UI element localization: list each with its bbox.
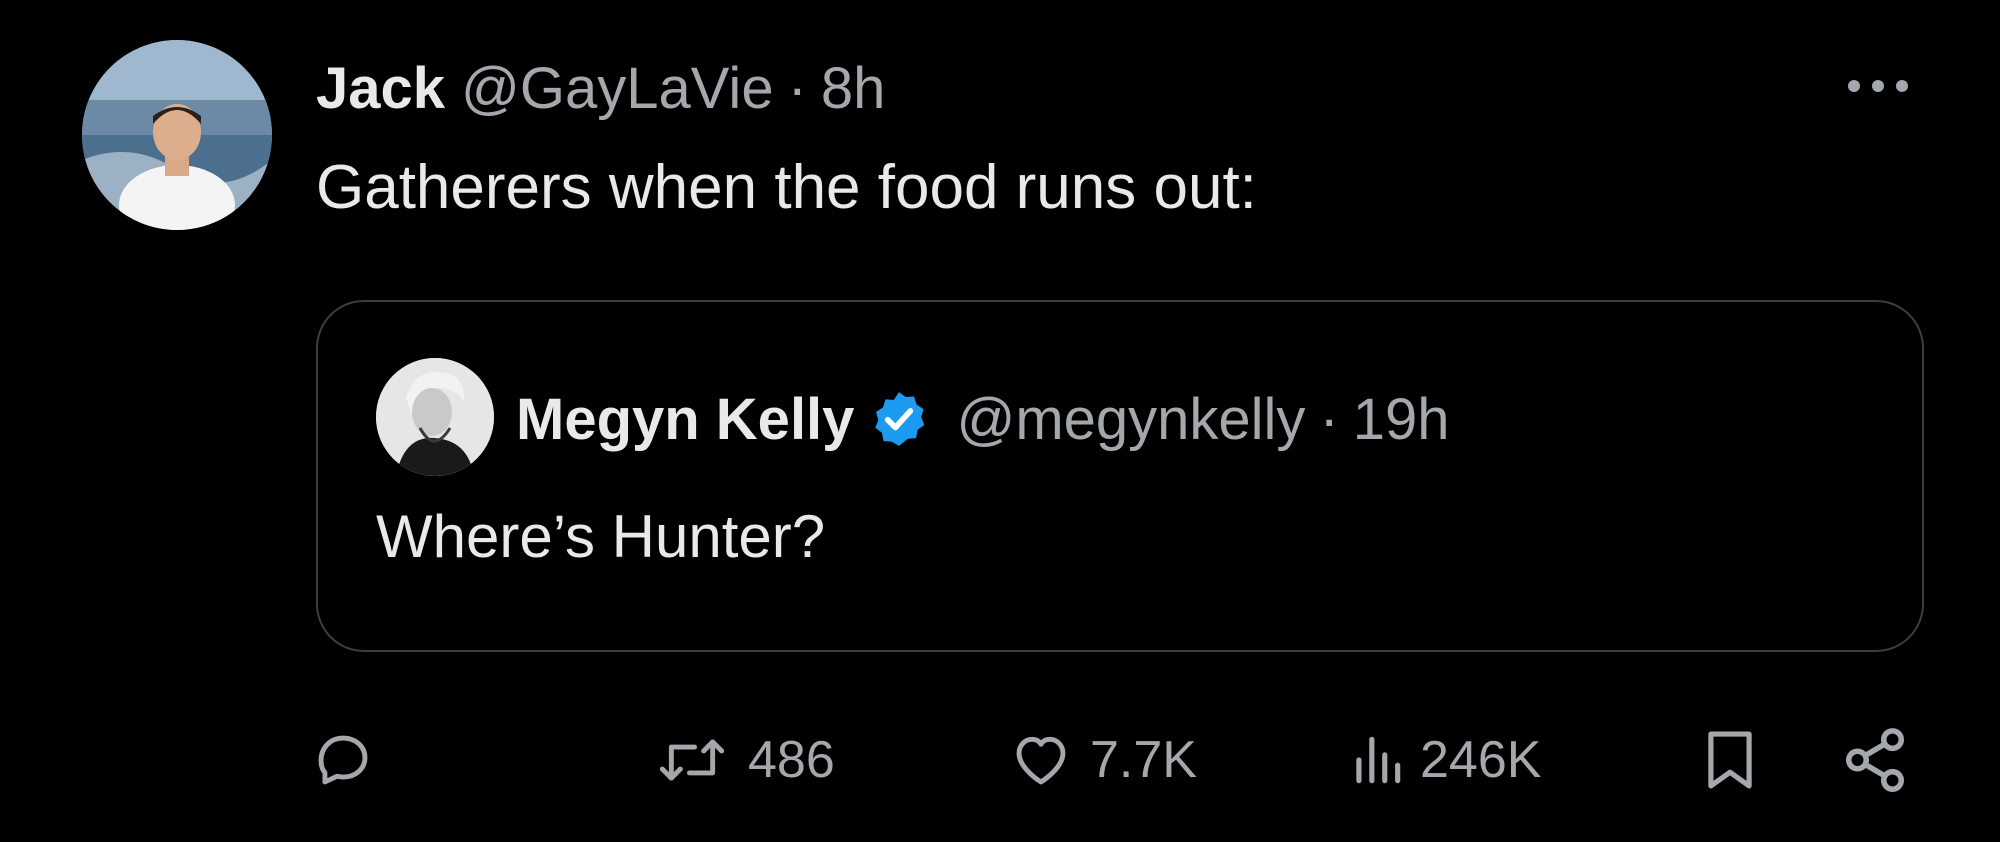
reply-icon bbox=[318, 735, 368, 785]
author-name[interactable]: Jack bbox=[316, 55, 445, 122]
quoted-header-separator: · bbox=[1319, 386, 1339, 452]
like-button[interactable]: 7.7K bbox=[1008, 720, 1197, 800]
reply-button[interactable] bbox=[312, 720, 390, 800]
verified-badge-icon bbox=[875, 392, 925, 446]
quoted-author-avatar[interactable] bbox=[376, 358, 494, 476]
quoted-author-name[interactable]: Megyn Kelly bbox=[516, 386, 854, 453]
more-options-button[interactable] bbox=[1842, 66, 1914, 106]
quoted-tweet-card[interactable]: Megyn Kelly @megynkelly · 19h Where’s Hu… bbox=[316, 300, 1924, 652]
more-horizontal-icon-dot bbox=[1872, 80, 1884, 92]
retweet-button[interactable]: 486 bbox=[652, 720, 835, 800]
tweet-actions-bar: 486 7.7K 246K bbox=[0, 700, 2000, 820]
retweet-count: 486 bbox=[748, 731, 835, 789]
tweet-timestamp[interactable]: 8h bbox=[821, 55, 886, 122]
views-button[interactable]: 246K bbox=[1350, 720, 1541, 800]
quoted-author-avatar-image bbox=[376, 358, 494, 476]
bookmark-button[interactable] bbox=[1700, 720, 1760, 800]
retweet-icon bbox=[659, 739, 725, 781]
views-icon bbox=[1356, 736, 1401, 784]
like-count: 7.7K bbox=[1090, 731, 1197, 789]
share-button[interactable] bbox=[1840, 720, 1910, 800]
more-horizontal-icon-dot bbox=[1896, 80, 1908, 92]
author-avatar[interactable] bbox=[82, 40, 272, 230]
share-icon bbox=[1845, 728, 1905, 792]
quoted-tweet-text: Where’s Hunter? bbox=[376, 503, 826, 570]
quoted-tweet-header: Megyn Kelly @megynkelly · 19h bbox=[516, 374, 1450, 464]
tweet-text: Gatherers when the food runs out: bbox=[316, 153, 1257, 222]
quoted-author-handle[interactable]: @megynkelly bbox=[956, 386, 1305, 453]
heart-icon bbox=[1016, 736, 1066, 785]
header-separator: · bbox=[787, 55, 807, 121]
more-horizontal-icon bbox=[1848, 80, 1860, 92]
tweet-header: Jack @GayLaVie · 8h bbox=[316, 48, 885, 128]
tweet: Jack @GayLaVie · 8h Gatherers when the f… bbox=[0, 0, 2000, 842]
views-count: 246K bbox=[1420, 731, 1542, 789]
author-handle[interactable]: @GayLaVie bbox=[461, 55, 774, 122]
quoted-tweet-timestamp[interactable]: 19h bbox=[1353, 386, 1450, 453]
author-avatar-image bbox=[82, 40, 272, 230]
bookmark-icon bbox=[1708, 731, 1752, 789]
